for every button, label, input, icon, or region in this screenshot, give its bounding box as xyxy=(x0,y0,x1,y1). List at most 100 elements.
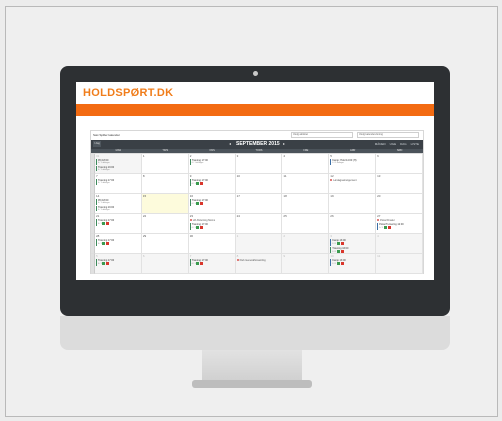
day-cell[interactable]: 10 Kamp 13:00 0 / 1 xyxy=(329,254,377,274)
event-attendance: 0 / 1 xyxy=(98,242,140,246)
site-logo[interactable]: HOLDSPØRT.DK xyxy=(83,87,173,99)
day-note[interactable]: Lørdagsarrangement xyxy=(330,179,374,182)
next-month-icon[interactable]: ▸ xyxy=(283,141,285,146)
decline-icon[interactable] xyxy=(106,222,110,225)
accept-icon[interactable] xyxy=(383,226,387,229)
calendar-event[interactable]: Pilt 18:00 0 / 1 deltager xyxy=(96,159,140,165)
decline-icon[interactable] xyxy=(340,249,344,253)
accept-icon[interactable] xyxy=(336,242,340,245)
calendar-event[interactable]: Træning 17:00 0 / 1 xyxy=(189,259,234,266)
day-cell[interactable]: 1 xyxy=(141,154,189,174)
view-list[interactable]: LISTE xyxy=(411,142,419,146)
accept-icon[interactable] xyxy=(102,222,106,225)
decline-icon[interactable] xyxy=(106,242,110,245)
day-note[interactable]: Pokal Finaler xyxy=(377,219,421,222)
day-cell[interactable]: 2 Træning 17:00 0 / 1 deltager xyxy=(188,154,236,174)
day-cell[interactable]: 12 Lørdagsarrangement xyxy=(329,174,377,194)
day-note[interactable]: Klub Generalforsamling xyxy=(236,259,281,262)
calendar-event[interactable]: Træning 17:00 0 / 1 xyxy=(189,179,234,186)
day-cell[interactable]: 3 xyxy=(235,154,283,174)
day-cell[interactable]: 8 xyxy=(141,174,189,194)
calendar-event[interactable]: Træning 17:00 0 / 1 xyxy=(189,223,234,230)
calendar-event[interactable]: Træning 19:00 0 / 1 deltager xyxy=(96,205,140,211)
day-cell[interactable]: 29 xyxy=(141,234,189,254)
calendar-event[interactable]: Træning 16:00 0 / 1 xyxy=(330,246,374,253)
event-attendance: 0 / 1 xyxy=(98,222,140,226)
calendar-event[interactable]: Pokal Turnering 12:00 0 / 1 xyxy=(377,223,421,230)
accept-icon[interactable] xyxy=(102,262,106,265)
day-cell[interactable]: 11 xyxy=(282,174,330,194)
today-button[interactable]: I dag xyxy=(93,141,101,147)
view-day[interactable]: DAG xyxy=(400,142,407,146)
decline-icon[interactable] xyxy=(200,202,204,205)
day-cell[interactable]: 1 xyxy=(235,234,283,254)
accept-icon[interactable] xyxy=(336,262,340,265)
calendar-event[interactable]: Træning 17:00 0 / 1 xyxy=(96,219,140,226)
day-cell[interactable]: 25 xyxy=(282,214,330,234)
calendar-event[interactable]: Træning 17:00 0 / 1 deltager xyxy=(189,159,234,165)
calendar-event[interactable]: Kamp 13:00 0 / 1 xyxy=(330,259,374,266)
view-select[interactable]: Vælg kalendervisning xyxy=(357,132,419,138)
day-cell[interactable]: 26 xyxy=(329,214,377,234)
accept-icon[interactable] xyxy=(336,249,340,253)
day-cell[interactable]: 11 xyxy=(376,254,423,274)
view-week[interactable]: UGE xyxy=(390,142,397,146)
day-cell[interactable]: 22 xyxy=(141,214,189,234)
accept-icon[interactable] xyxy=(196,226,200,229)
view-month[interactable]: MÅNED xyxy=(375,142,386,146)
nav-bar xyxy=(76,104,434,116)
day-cell[interactable]: 7 Træning 17:00 0 / 1 deltager xyxy=(95,174,142,194)
day-cell[interactable]: 30 xyxy=(188,234,236,254)
accept-icon[interactable] xyxy=(196,202,200,205)
decline-icon[interactable] xyxy=(387,226,391,229)
calendar-event[interactable]: Pilt 18:00 0 / 1 deltager xyxy=(96,199,140,205)
decline-icon[interactable] xyxy=(200,182,204,185)
day-cell[interactable]: 24 xyxy=(235,214,283,234)
day-cell[interactable]: 13 xyxy=(376,174,423,194)
decline-icon[interactable] xyxy=(200,262,204,265)
accept-icon[interactable] xyxy=(196,262,200,265)
day-cell[interactable]: 8 Klub Generalforsamling xyxy=(235,254,283,274)
day-cell[interactable]: 18 xyxy=(282,194,330,214)
calendar-event[interactable]: Træning 17:00 0 / 1 xyxy=(189,199,234,206)
prev-month-icon[interactable]: ◂ xyxy=(229,141,231,146)
day-cell[interactable]: 4 xyxy=(282,154,330,174)
day-cell[interactable]: 27 Pokal Finaler Pokal Turnering 12:00 0 / … xyxy=(376,214,423,234)
activity-select[interactable]: Vælg aktivitet xyxy=(291,132,353,138)
calendar-event[interactable]: Kamp: Hold 14:00 (H) 0 / 1 deltager xyxy=(330,159,374,165)
accept-icon[interactable] xyxy=(196,182,200,185)
decline-icon[interactable] xyxy=(200,226,204,229)
day-cell[interactable]: 15 xyxy=(141,194,189,214)
calendar-event[interactable]: Træning 17:00 0 / 1 xyxy=(96,239,140,246)
day-cell[interactable]: 6 xyxy=(376,154,423,174)
day-cell[interactable]: 5 Træning 17:00 0 / 1 xyxy=(95,254,142,274)
calendar-event[interactable]: Træning 19:00 0 / 1 deltager xyxy=(96,165,140,171)
decline-icon[interactable] xyxy=(340,242,344,245)
calendar-event[interactable]: Kamp 13:00 0 / 1 xyxy=(330,239,374,246)
day-cell[interactable]: 7 Træning 17:00 0 / 1 xyxy=(188,254,236,274)
day-cell[interactable]: 21 Træning 17:00 0 / 1 xyxy=(95,214,142,234)
accept-icon[interactable] xyxy=(102,242,106,245)
day-note[interactable]: Lift Afslutning Moms xyxy=(189,219,234,222)
event-attendance: 0 / 1 xyxy=(332,242,374,246)
calendar-event[interactable]: Træning 17:00 0 / 1 deltager xyxy=(96,179,140,185)
calendar-event[interactable]: Træning 17:00 0 / 1 xyxy=(96,259,140,266)
day-cell[interactable]: 5 Kamp: Hold 14:00 (H) 0 / 1 deltager xyxy=(329,154,377,174)
day-cell[interactable]: 9 xyxy=(282,254,330,274)
day-cell[interactable]: 4 xyxy=(376,234,423,254)
day-cell[interactable]: 28 Træning 17:00 0 / 1 xyxy=(95,234,142,254)
day-cell[interactable]: 31 Pilt 18:00 0 / 1 deltager Træning 19:00 0… xyxy=(95,154,142,174)
decline-icon[interactable] xyxy=(340,262,344,265)
day-cell[interactable]: 20 xyxy=(376,194,423,214)
day-cell[interactable]: 6 xyxy=(141,254,189,274)
day-cell[interactable]: 10 xyxy=(235,174,283,194)
day-cell[interactable]: 16 Træning 17:00 0 / 1 xyxy=(188,194,236,214)
day-cell[interactable]: 23 Lift Afslutning Moms Træning 17:00 0 / 1 xyxy=(188,214,236,234)
day-cell[interactable]: 9 Træning 17:00 0 / 1 xyxy=(188,174,236,194)
day-cell[interactable]: 14 Pilt 18:00 0 / 1 deltager Træning 19:00 0… xyxy=(95,194,142,214)
day-cell[interactable]: 2 xyxy=(282,234,330,254)
day-cell[interactable]: 19 xyxy=(329,194,377,214)
day-cell[interactable]: 3 Kamp 13:00 0 / 1 Træning 16:00 0 / 1 xyxy=(329,234,377,254)
decline-icon[interactable] xyxy=(106,262,110,265)
day-cell[interactable]: 17 xyxy=(235,194,283,214)
